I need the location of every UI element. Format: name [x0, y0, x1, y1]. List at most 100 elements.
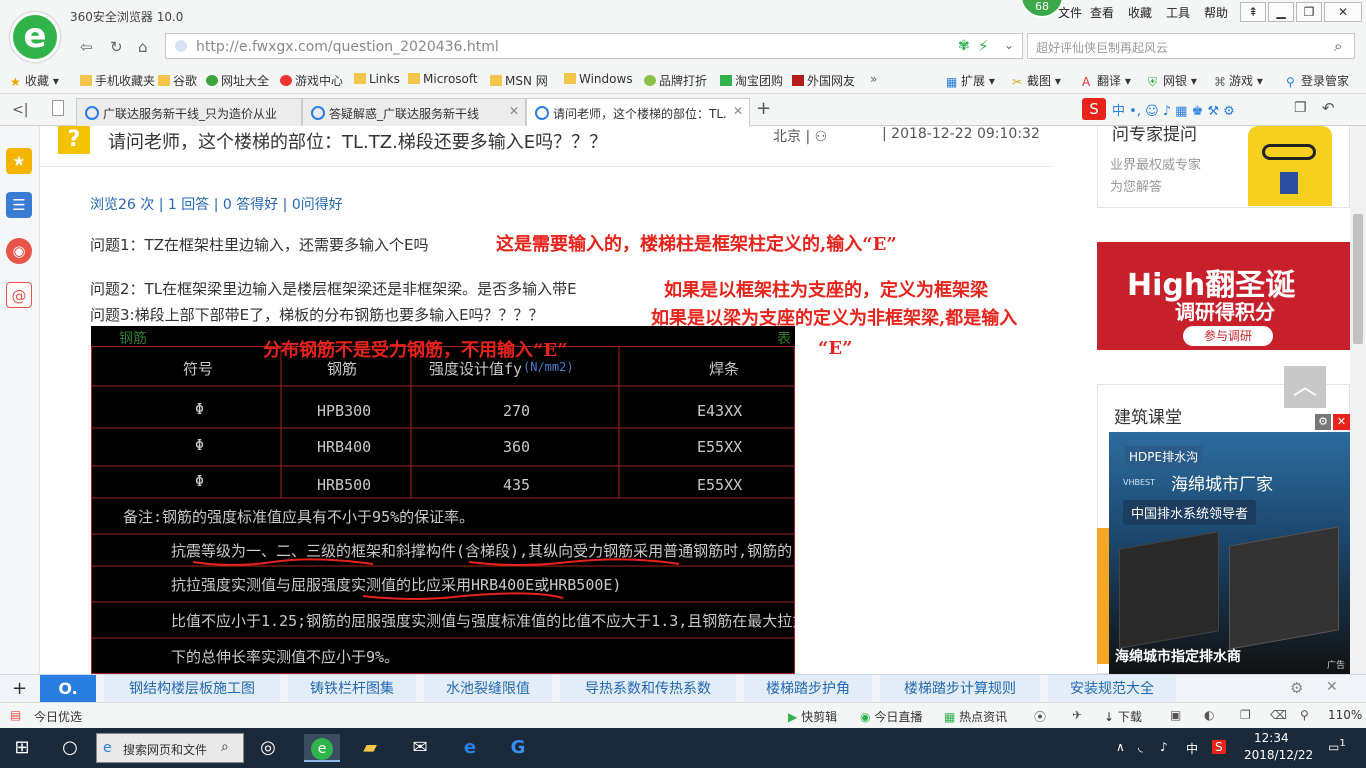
- sidebar-toggle-icon[interactable]: [52, 100, 64, 116]
- reading-list-icon[interactable]: ☰: [6, 192, 32, 218]
- fav-msn[interactable]: MSN 网: [490, 72, 548, 89]
- trash-icon[interactable]: ⌫: [1270, 708, 1287, 722]
- clock-date[interactable]: 2018/12/22: [1244, 748, 1313, 762]
- favorites-star-icon[interactable]: ★: [6, 148, 32, 174]
- fav-google[interactable]: 谷歌: [158, 72, 197, 89]
- live-today[interactable]: ◉ 今日直播: [860, 708, 922, 725]
- fav-mobile[interactable]: 手机收藏夹: [80, 72, 155, 89]
- search-logo-icon[interactable]: O.: [40, 675, 96, 703]
- hdpe-ad[interactable]: HDPE排水沟 VHBEST 海绵城市厂家 中国排水系统领导者 海绵城市指定排水…: [1109, 414, 1350, 674]
- g-app-icon[interactable]: G: [500, 734, 536, 762]
- translate-button[interactable]: A 翻译 ▾: [1082, 72, 1131, 89]
- login-button[interactable]: ⚲ 登录管家: [1286, 72, 1349, 89]
- bank-button[interactable]: ⛨ 网银 ▾: [1148, 72, 1197, 89]
- window-icon[interactable]: ❐: [1240, 708, 1251, 722]
- fav-windows[interactable]: Windows: [564, 72, 633, 86]
- game-button[interactable]: ⌘ 游戏 ▾: [1214, 72, 1263, 89]
- mail-app-icon[interactable]: ✉: [402, 734, 438, 762]
- ad-close-icon[interactable]: ✕: [1333, 414, 1350, 430]
- weibo-icon[interactable]: ◉: [6, 238, 32, 264]
- fav-collect[interactable]: ★ 收藏 ▾: [10, 72, 59, 89]
- related-link[interactable]: 楼梯踏步护角: [744, 675, 872, 703]
- undo-icon[interactable]: ↶: [1322, 99, 1335, 117]
- related-link[interactable]: 安装规范大全: [1048, 675, 1176, 703]
- gear-icon[interactable]: ⚙: [1315, 414, 1331, 430]
- related-link[interactable]: 水池裂缝限值: [424, 675, 552, 703]
- fav-navigation[interactable]: 网址大全: [206, 72, 269, 89]
- ext-button[interactable]: ▦ 扩展 ▾: [946, 72, 995, 89]
- taskbar-360-icon[interactable]: e: [304, 734, 340, 762]
- more-favorites-icon[interactable]: »: [870, 72, 877, 86]
- mail-icon[interactable]: @: [6, 282, 32, 308]
- question-stats[interactable]: 浏览26 次 | 1 回答 | 0 答得好 | 0问得好: [90, 194, 343, 214]
- related-link[interactable]: 铸铁栏杆图集: [288, 675, 416, 703]
- sogou-icon[interactable]: S: [1082, 98, 1106, 120]
- expert-ad[interactable]: 问专家提问 业界最权威专家 为您解答: [1097, 126, 1350, 208]
- home-icon[interactable]: ⌂: [138, 38, 148, 56]
- quick-edit[interactable]: ▶ 快剪辑: [788, 708, 837, 725]
- back-to-top-icon[interactable]: ︿: [1284, 366, 1326, 408]
- tab-answers[interactable]: 答疑解惑_广联达服务新干线 ✕: [302, 98, 526, 126]
- related-link[interactable]: 楼梯踏步计算规则: [880, 675, 1040, 703]
- url-text[interactable]: http://e.fwxgx.com/question_2020436.html: [196, 39, 499, 55]
- windows-start-icon[interactable]: ⊞: [4, 734, 40, 762]
- fav-links[interactable]: Links: [354, 72, 400, 86]
- restore-button[interactable]: ❐: [1296, 2, 1322, 22]
- scrollbar[interactable]: [1350, 126, 1366, 674]
- menu-favorites[interactable]: 收藏: [1128, 4, 1152, 21]
- fav-brand[interactable]: 品牌打折: [644, 72, 707, 89]
- tab-question[interactable]: 请问老师，这个楼梯的部位：TL. ✕: [526, 98, 750, 126]
- edge-icon[interactable]: e: [452, 734, 488, 762]
- new-tab-icon[interactable]: +: [756, 98, 771, 119]
- browser-logo-icon[interactable]: e: [10, 12, 60, 62]
- tab-close-icon[interactable]: ✕: [509, 104, 519, 118]
- back-icon[interactable]: ⇦: [80, 38, 93, 56]
- fav-microsoft[interactable]: Microsoft: [408, 72, 478, 86]
- fav-foreign[interactable]: 外国网友: [792, 72, 855, 89]
- minimize-button[interactable]: ▁: [1268, 2, 1294, 22]
- tab-close-icon[interactable]: ✕: [733, 104, 743, 118]
- chevron-down-icon[interactable]: ⌄: [1004, 38, 1014, 52]
- search-icon[interactable]: ⌕: [1334, 37, 1342, 55]
- gear-icon[interactable]: ⚙: [1290, 679, 1303, 697]
- hot-news[interactable]: ▦ 热点资讯: [944, 708, 1007, 725]
- zoom-level[interactable]: 110%: [1328, 708, 1362, 722]
- scrollbar-thumb[interactable]: [1353, 214, 1363, 344]
- zoom-icon[interactable]: ⚲: [1300, 708, 1309, 722]
- menu-view[interactable]: 查看: [1090, 4, 1114, 21]
- cortana-icon[interactable]: ○: [52, 734, 88, 762]
- screen-icon[interactable]: ▣: [1170, 708, 1181, 722]
- survey-button[interactable]: 参与调研: [1183, 326, 1273, 346]
- refresh-icon[interactable]: ↻: [110, 38, 123, 56]
- taskbar-search-placeholder[interactable]: 搜索网页和文件: [123, 741, 207, 758]
- add-icon[interactable]: +: [12, 678, 27, 699]
- downloads[interactable]: ↓ 下载: [1104, 708, 1142, 725]
- tray-expand-icon[interactable]: ∧: [1116, 740, 1125, 754]
- file-explorer-icon[interactable]: ▰: [352, 734, 388, 762]
- search-placeholder[interactable]: 超好评仙侠巨制再起风云: [1036, 39, 1168, 56]
- menu-file[interactable]: 文件: [1058, 4, 1082, 21]
- pin-icon[interactable]: ✈: [1072, 708, 1082, 722]
- network-icon[interactable]: ◟: [1138, 740, 1143, 754]
- screenshot-button[interactable]: ✂ 截图 ▾: [1012, 72, 1061, 89]
- speed-icon[interactable]: ⦿: [1034, 708, 1046, 725]
- address-bar[interactable]: http://e.fwxgx.com/question_2020436.html…: [165, 33, 1023, 59]
- menu-help[interactable]: 帮助: [1204, 4, 1228, 21]
- security-icon[interactable]: ✾: [958, 38, 970, 54]
- fav-games[interactable]: 游戏中心: [280, 72, 343, 89]
- volume-icon[interactable]: ♪: [1160, 740, 1168, 754]
- taskbar-search[interactable]: e 搜索网页和文件 ⌕: [96, 733, 244, 763]
- sogou-tray-icon[interactable]: S: [1212, 740, 1226, 754]
- ime-toolbar[interactable]: 中 •, ☺ ♪ ▦ ♚ ⚒ ⚙: [1112, 100, 1235, 119]
- action-center-icon[interactable]: ▭1: [1328, 738, 1346, 754]
- search-box[interactable]: 超好评仙侠巨制再起风云 ⌕: [1027, 33, 1355, 59]
- page-info-icon[interactable]: [175, 40, 187, 52]
- ime-indicator[interactable]: 中: [1186, 740, 1198, 757]
- menu-tools[interactable]: 工具: [1166, 4, 1190, 21]
- related-link[interactable]: 钢结构楼层板施工图: [104, 675, 280, 703]
- close-icon[interactable]: ✕: [1326, 679, 1338, 695]
- related-link[interactable]: 导热系数和传热系数: [560, 675, 736, 703]
- pin-icon[interactable]: ⇞: [1240, 2, 1266, 22]
- today-picks[interactable]: 今日优选: [34, 708, 82, 725]
- clock-time[interactable]: 12:34: [1254, 731, 1289, 745]
